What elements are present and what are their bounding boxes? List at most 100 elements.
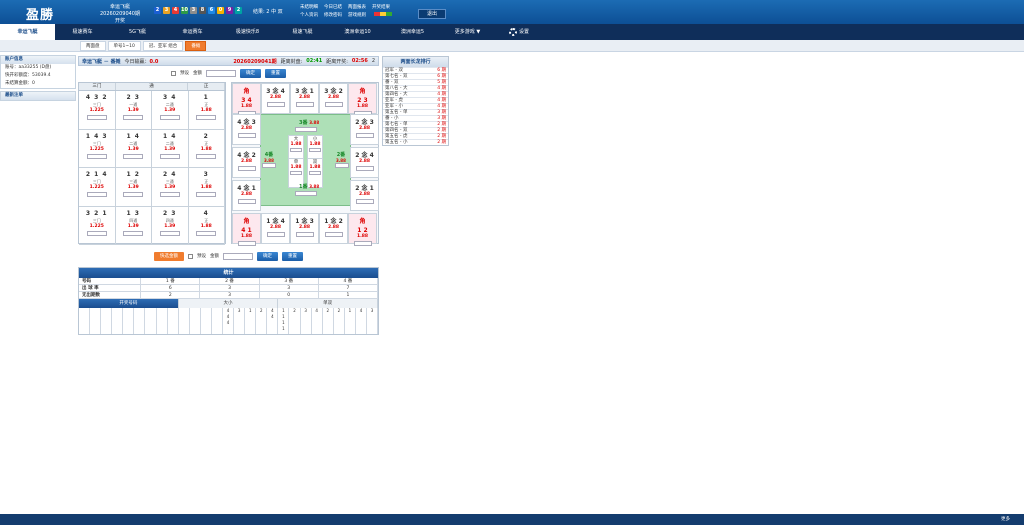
combo-cell[interactable]: 2 3 一通 1.39: [116, 91, 152, 129]
nav-tab[interactable]: 极速快乐8: [220, 24, 275, 40]
header-link[interactable]: 开奖结果: [372, 4, 392, 10]
cell-input[interactable]: [237, 133, 256, 138]
nian-cell[interactable]: 4 念 3 2.88: [232, 114, 261, 145]
reset-button-2[interactable]: 重置: [282, 251, 303, 261]
nian-cell[interactable]: 2 念 4 2.88: [350, 147, 379, 178]
combo-cell[interactable]: 3 4 二通 1.39: [152, 91, 189, 129]
nian-cell[interactable]: 4 念 2 2.88: [232, 147, 261, 178]
confirm-button[interactable]: 确定: [240, 68, 261, 78]
combo-cell[interactable]: 2 正 1.88: [189, 129, 225, 167]
cell-input[interactable]: [324, 102, 343, 107]
quick-amount-button[interactable]: 快选金额: [154, 251, 184, 261]
combo-cell[interactable]: 2 4 三通 1.39: [152, 168, 189, 206]
header-link[interactable]: 未结明细: [300, 4, 318, 10]
fan1-input[interactable]: [295, 191, 317, 196]
combo-cell[interactable]: 1 2 三通 1.39: [116, 168, 152, 206]
header-link[interactable]: 游戏规则: [348, 12, 366, 18]
combo-input[interactable]: [86, 115, 107, 120]
settings-tab[interactable]: 设置: [495, 24, 543, 40]
nav-tab[interactable]: 极速飞艇: [275, 24, 330, 40]
combo-cell[interactable]: 2 3 四通 1.39: [152, 206, 189, 244]
combo-input[interactable]: [123, 192, 144, 197]
combo-input[interactable]: [123, 153, 144, 159]
combo-cell[interactable]: 1 4 二通 1.39: [116, 129, 152, 167]
cell-input[interactable]: [295, 102, 314, 107]
combo-cell[interactable]: 3 正 1.88: [189, 168, 225, 206]
confirm-button-2[interactable]: 确定: [257, 251, 278, 261]
cell-input[interactable]: [237, 199, 256, 204]
cell-input[interactable]: [266, 232, 285, 237]
nav-tab[interactable]: 更多游戏 ▼: [440, 24, 495, 40]
header-link[interactable]: 今日已结: [324, 4, 342, 10]
preset-checkbox-2[interactable]: [188, 253, 193, 259]
combo-cell[interactable]: 3 2 1 三门 1.225: [79, 206, 116, 244]
nav-tab[interactable]: 澳洲幸运10: [330, 24, 385, 40]
cell-input[interactable]: [355, 133, 374, 138]
cell-input[interactable]: [237, 241, 256, 246]
cell-input[interactable]: [324, 232, 343, 237]
combo-cell[interactable]: 1 4 二通 1.39: [152, 129, 189, 167]
tab-odd-even[interactable]: 单双: [278, 299, 379, 308]
combo-input[interactable]: [86, 192, 107, 197]
nav-tab[interactable]: 幸运飞艇: [0, 24, 55, 40]
combo-input[interactable]: [159, 192, 180, 197]
reset-button[interactable]: 重置: [265, 68, 286, 78]
subnav-tab[interactable]: 两面盘: [80, 40, 106, 51]
subnav-tab[interactable]: 冠、亚军 组合: [142, 40, 184, 51]
cell-input[interactable]: [353, 241, 372, 246]
cell-input[interactable]: [355, 166, 374, 171]
cell-input[interactable]: [266, 102, 285, 107]
combo-input[interactable]: [123, 115, 144, 120]
combo-cell[interactable]: 1 3 四通 1.39: [116, 206, 152, 244]
fan2-input[interactable]: [335, 163, 349, 168]
logout-button[interactable]: 退出: [418, 9, 446, 19]
header-link[interactable]: 个人资讯: [300, 12, 318, 18]
combo-cell[interactable]: 4 3 2 三门 1.225: [79, 91, 116, 129]
fan3-input[interactable]: [295, 127, 317, 132]
combo-cell[interactable]: 1 正 1.88: [189, 91, 225, 129]
subnav-tab[interactable]: 单号1~10: [107, 40, 141, 51]
combo-input[interactable]: [159, 115, 180, 120]
fan4-input[interactable]: [262, 163, 276, 168]
combo-input[interactable]: [159, 230, 180, 236]
nian-cell[interactable]: 3 念 1 2.88: [290, 83, 319, 114]
nian-cell[interactable]: 1 念 2 2.88: [319, 213, 348, 244]
header-link[interactable]: 两面报表: [348, 4, 366, 10]
combo-input[interactable]: [86, 153, 107, 159]
combo-cell[interactable]: 4 正 1.88: [189, 206, 225, 244]
header-link[interactable]: 修改密码: [324, 12, 342, 18]
nian-cell[interactable]: 3 念 4 2.88: [261, 83, 290, 114]
nav-tab[interactable]: 幸运赛车: [165, 24, 220, 40]
combo-input[interactable]: [159, 153, 180, 159]
cell-input[interactable]: [355, 199, 374, 204]
corner-cell[interactable]: 角 3 4 1.88: [232, 83, 261, 116]
tab-big-small[interactable]: 大小: [178, 299, 279, 308]
amount-input-2[interactable]: [223, 252, 253, 260]
nav-tab[interactable]: 5G飞艇: [110, 24, 165, 40]
cell-input[interactable]: [295, 232, 314, 237]
combo-cell[interactable]: 1 4 3 三门 1.225: [79, 129, 116, 167]
combo-input[interactable]: [196, 153, 217, 159]
nav-tab[interactable]: 极速赛车: [55, 24, 110, 40]
nian-cell[interactable]: 1 念 3 2.88: [290, 213, 319, 244]
combo-cell[interactable]: 2 1 4 三门 1.225: [79, 168, 116, 206]
corner-cell[interactable]: 角 2 3 1.88: [348, 83, 377, 116]
amount-input[interactable]: [206, 69, 236, 77]
combo-input[interactable]: [86, 230, 107, 236]
nian-cell[interactable]: 2 念 1 2.88: [350, 180, 379, 211]
combo-input[interactable]: [196, 192, 217, 197]
tab-draw-numbers[interactable]: 开奖号码: [79, 299, 179, 308]
combo-input[interactable]: [196, 230, 217, 236]
combo-input[interactable]: [196, 115, 217, 120]
nian-cell[interactable]: 3 念 2 2.88: [319, 83, 348, 114]
nian-cell[interactable]: 1 念 4 2.88: [261, 213, 290, 244]
corner-cell[interactable]: 角 1 2 1.88: [348, 213, 377, 246]
cell-input[interactable]: [237, 166, 256, 171]
nian-cell[interactable]: 4 念 1 2.88: [232, 180, 261, 211]
nav-tab[interactable]: 澳洲幸运5: [385, 24, 440, 40]
corner-cell[interactable]: 角 4 1 1.88: [232, 213, 261, 246]
preset-checkbox[interactable]: [171, 70, 176, 76]
footer-more[interactable]: 更多: [1001, 517, 1010, 522]
combo-input[interactable]: [123, 230, 144, 236]
subnav-tab[interactable]: 番摊: [185, 40, 207, 51]
